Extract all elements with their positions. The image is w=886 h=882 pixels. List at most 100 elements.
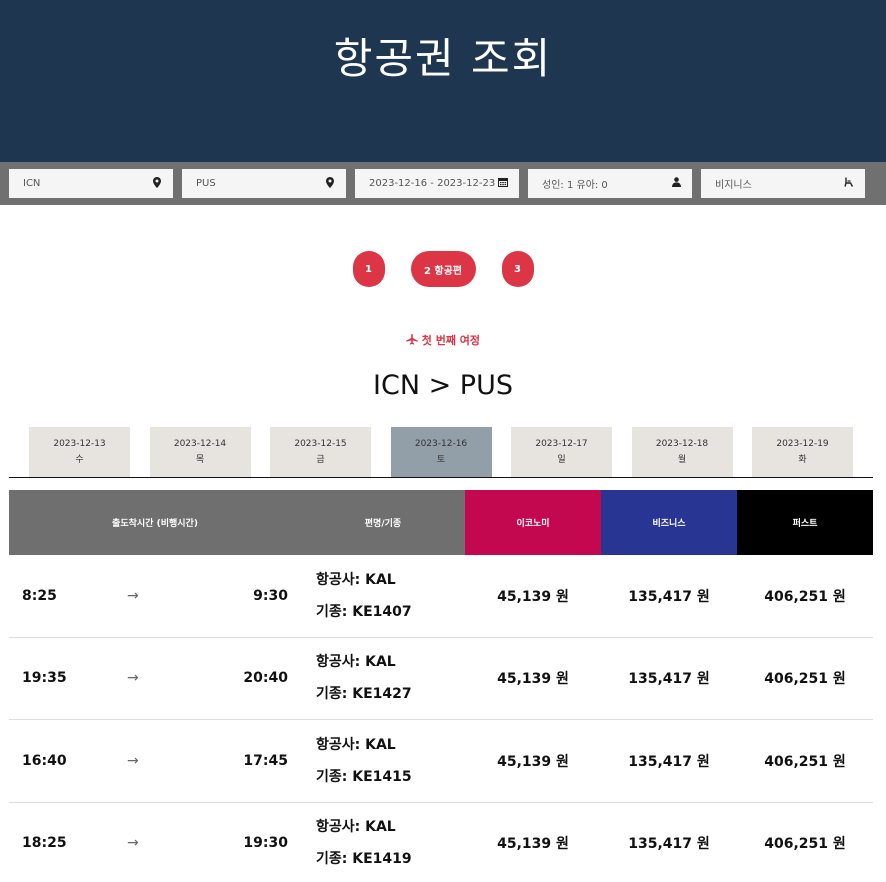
economy-price[interactable]: 45,139 원 xyxy=(465,668,601,688)
business-price[interactable]: 135,417 원 xyxy=(601,751,737,771)
arrival-time: 19:30 xyxy=(243,835,288,852)
flights-table-body: 8:25 → 9:30 항공사: KAL 기종: KE1407 45,139 원… xyxy=(9,555,873,882)
airline-value: KAL xyxy=(365,654,396,671)
economy-price[interactable]: 45,139 원 xyxy=(465,586,601,606)
departure-time: 16:40 xyxy=(22,752,67,769)
date-tab-day: 화 xyxy=(798,455,807,465)
origin-value: ICN xyxy=(23,178,41,189)
col-header-economy: 이코노미 xyxy=(465,490,601,555)
date-tab[interactable]: 2023-12-17 일 xyxy=(511,427,612,477)
destination-value: PUS xyxy=(196,178,216,189)
date-tabs: 2023-12-13 수 2023-12-14 목 2023-12-15 금 2… xyxy=(0,427,886,477)
table-row: 18:25 → 19:30 항공사: KAL 기종: KE1419 45,139… xyxy=(9,803,873,882)
leg-label: 첫 번째 여정 xyxy=(0,332,886,348)
first-price[interactable]: 406,251 원 xyxy=(737,751,873,771)
progress-steps: 1 2 항공편 3 xyxy=(0,251,886,287)
col-header-time: 출도착시간 (비행시간) xyxy=(9,490,301,555)
date-tab-date: 2023-12-18 xyxy=(655,439,709,449)
date-tab-date: 2023-12-16 xyxy=(414,439,468,449)
business-price[interactable]: 135,417 원 xyxy=(601,586,737,606)
date-tab-day: 금 xyxy=(316,455,325,465)
aircraft-prefix: 기종: xyxy=(316,603,353,620)
aircraft-value: KE1427 xyxy=(352,686,412,703)
time-cell: 16:40 → 17:45 xyxy=(9,753,301,769)
airline-prefix: 항공사: xyxy=(316,571,366,588)
destination-field[interactable]: PUS xyxy=(182,169,346,198)
arrow-right-icon: → xyxy=(127,670,139,687)
aircraft-prefix: 기종: xyxy=(316,851,353,868)
date-tab-day: 토 xyxy=(436,455,446,465)
leg-title: 첫 번째 여정 xyxy=(421,334,481,347)
date-tab[interactable]: 2023-12-13 수 xyxy=(29,427,130,477)
date-tab-date: 2023-12-17 xyxy=(535,439,588,449)
calendar-icon xyxy=(497,177,509,190)
arrival-time: 9:30 xyxy=(253,587,288,604)
col-header-first: 퍼스트 xyxy=(737,490,873,555)
passengers-value: 성인: 1 유아: 0 xyxy=(542,180,608,191)
date-tab-date: 2023-12-14 xyxy=(173,439,227,449)
date-tab[interactable]: 2023-12-14 목 xyxy=(149,427,251,477)
departure-time: 18:25 xyxy=(22,835,67,852)
table-row: 8:25 → 9:30 항공사: KAL 기종: KE1407 45,139 원… xyxy=(9,555,873,638)
aircraft-value: KE1419 xyxy=(352,851,412,868)
economy-price[interactable]: 45,139 원 xyxy=(465,833,601,853)
arrow-right-icon: → xyxy=(127,587,139,604)
date-tab-day: 수 xyxy=(75,455,84,465)
airline-prefix: 항공사: xyxy=(316,819,366,836)
date-range-value: 2023-12-16 - 2023-12-23 xyxy=(369,178,496,189)
route-title: ICN > PUS xyxy=(373,370,513,401)
arrow-right-icon: → xyxy=(127,835,139,852)
cabin-class-value: 비지니스 xyxy=(715,180,752,191)
step-2-button[interactable]: 2 항공편 xyxy=(410,251,476,287)
date-tab[interactable]: 2023-12-15 금 xyxy=(270,427,371,477)
arrival-time: 17:45 xyxy=(243,752,288,769)
date-tab-selected[interactable]: 2023-12-16 토 xyxy=(390,427,492,477)
date-tab[interactable]: 2023-12-19 화 xyxy=(752,427,853,477)
aircraft-value: KE1407 xyxy=(352,603,412,620)
arrival-time: 20:40 xyxy=(243,670,288,687)
aircraft-prefix: 기종: xyxy=(316,686,353,703)
aircraft-prefix: 기종: xyxy=(316,768,353,785)
flight-cell: 항공사: KAL 기종: KE1415 xyxy=(301,729,465,793)
departure-time: 19:35 xyxy=(22,670,67,687)
date-range-field[interactable]: 2023-12-16 - 2023-12-23 xyxy=(355,169,519,198)
col-header-flight: 편명/기종 xyxy=(301,490,465,555)
first-price[interactable]: 406,251 원 xyxy=(737,668,873,688)
table-row: 19:35 → 20:40 항공사: KAL 기종: KE1427 45,139… xyxy=(9,638,873,720)
time-cell: 19:35 → 20:40 xyxy=(9,670,301,686)
date-tab-day: 월 xyxy=(677,455,687,465)
airline-value: KAL xyxy=(365,736,396,753)
departure-time: 8:25 xyxy=(22,587,57,604)
step-3-button[interactable]: 3 xyxy=(501,251,534,287)
first-price[interactable]: 406,251 원 xyxy=(737,833,873,853)
map-marker-icon xyxy=(151,176,163,191)
flights-table-header: 출도착시간 (비행시간) 편명/기종 이코노미 비즈니스 퍼스트 xyxy=(9,490,873,555)
user-icon xyxy=(670,177,682,190)
flight-cell: 항공사: KAL 기종: KE1407 xyxy=(301,564,465,628)
first-price[interactable]: 406,251 원 xyxy=(737,586,873,606)
business-price[interactable]: 135,417 원 xyxy=(601,833,737,853)
page-title: 항공권 조회 xyxy=(333,34,553,83)
date-tab-date: 2023-12-19 xyxy=(776,439,829,449)
date-tab-day: 목 xyxy=(195,455,205,465)
map-marker-icon xyxy=(324,176,336,191)
airline-prefix: 항공사: xyxy=(316,654,366,671)
seat-icon xyxy=(843,177,855,190)
cabin-class-field[interactable]: 비지니스 xyxy=(701,169,865,198)
date-tab-date: 2023-12-13 xyxy=(53,439,106,449)
airline-prefix: 항공사: xyxy=(316,736,366,753)
flight-cell: 항공사: KAL 기종: KE1419 xyxy=(301,811,465,875)
economy-price[interactable]: 45,139 원 xyxy=(465,751,601,771)
plane-icon xyxy=(406,334,422,347)
airline-value: KAL xyxy=(365,571,396,588)
date-tab-date: 2023-12-15 xyxy=(294,439,347,449)
business-price[interactable]: 135,417 원 xyxy=(601,668,737,688)
airline-value: KAL xyxy=(365,819,396,836)
search-bar: ICN PUS 2023-12-16 - 2023-12-23 성인: 1 유아… xyxy=(0,162,886,205)
passengers-field[interactable]: 성인: 1 유아: 0 xyxy=(528,169,692,198)
arrow-right-icon: → xyxy=(127,752,139,769)
date-tab-day: 일 xyxy=(557,455,566,465)
date-tab[interactable]: 2023-12-18 월 xyxy=(631,427,733,477)
origin-field[interactable]: ICN xyxy=(9,169,173,198)
step-1-button[interactable]: 1 xyxy=(352,251,385,287)
